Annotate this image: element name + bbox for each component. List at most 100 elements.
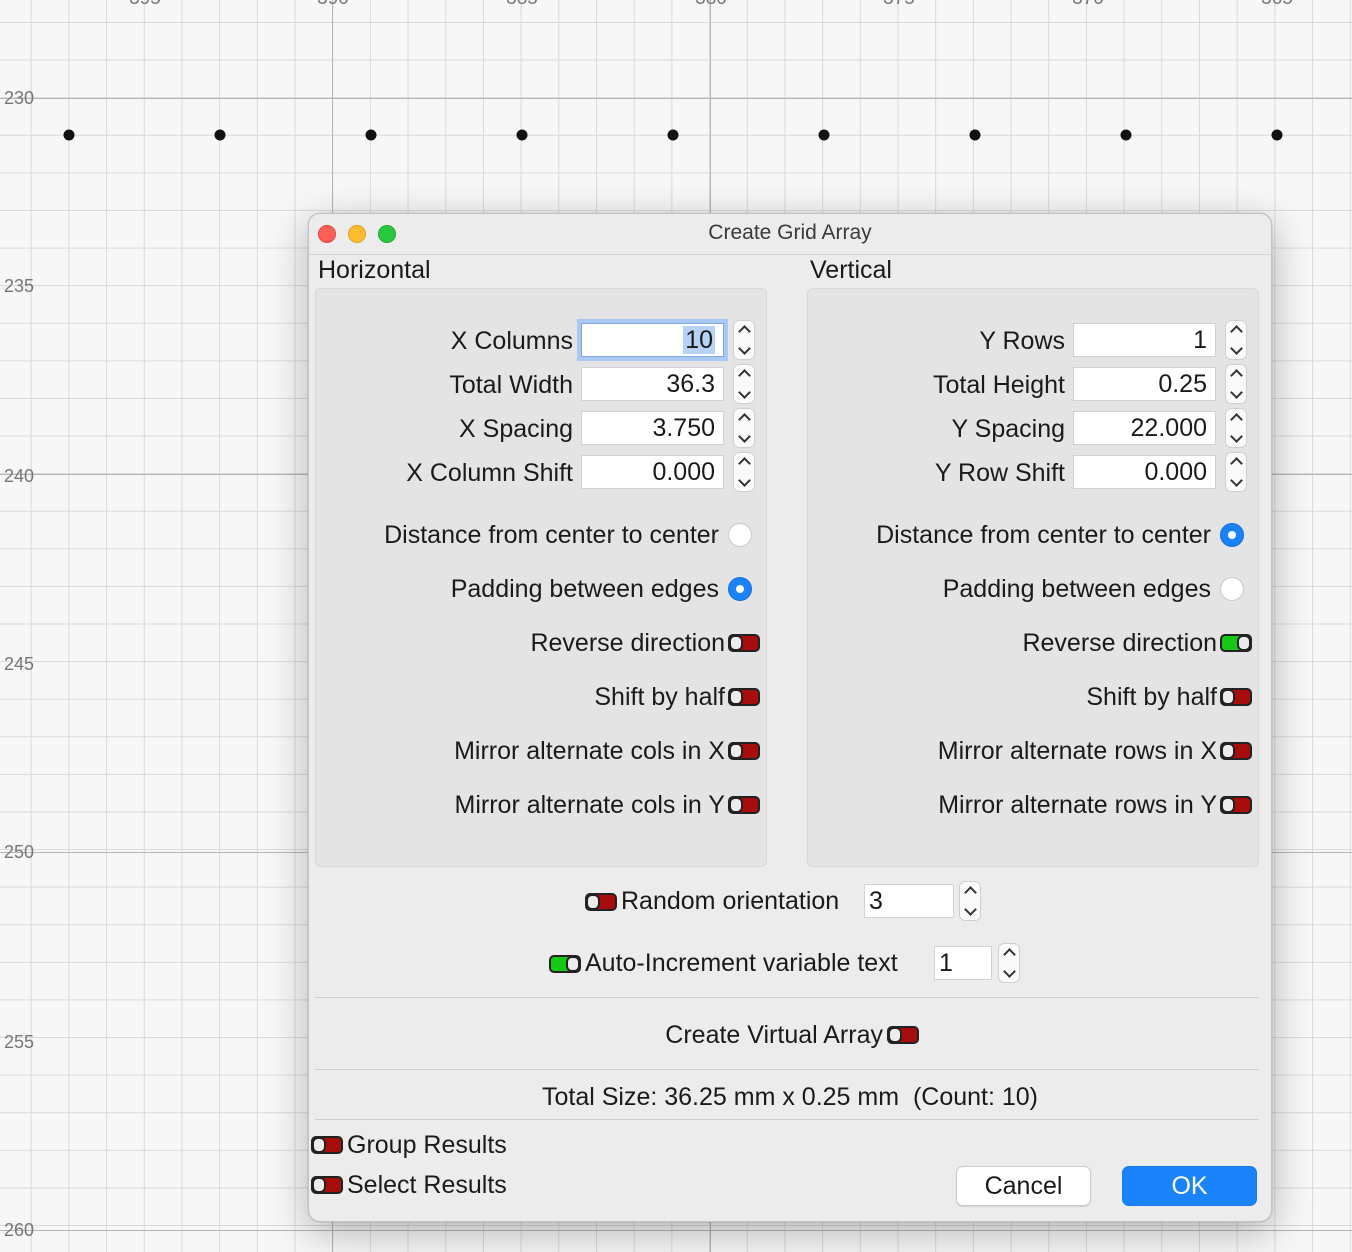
ruler-y-label: 250 (4, 842, 35, 862)
ruler-x-label: 375 (883, 0, 915, 10)
h-center-to-center-label: Distance from center to center (384, 521, 719, 549)
y-row-shift-input[interactable]: 0.000 (1073, 455, 1216, 489)
chevron-up-icon[interactable] (1230, 413, 1243, 426)
total-width-stepper[interactable] (733, 364, 755, 404)
chevron-down-icon[interactable] (1003, 965, 1016, 978)
pad-dot[interactable] (1271, 129, 1283, 141)
total-height-stepper[interactable] (1225, 364, 1247, 404)
title-bar[interactable]: Create Grid Array (309, 214, 1271, 255)
mirror-cols-x-toggle[interactable] (728, 742, 760, 760)
chevron-down-icon[interactable] (1230, 430, 1243, 443)
h-padding-edges-radio[interactable] (728, 577, 752, 601)
v-padding-edges-radio[interactable] (1220, 577, 1244, 601)
y-rows-label: Y Rows (979, 327, 1065, 355)
x-column-shift-label: X Column Shift (406, 459, 573, 487)
chevron-up-icon[interactable] (738, 369, 751, 382)
y-rows-stepper[interactable] (1225, 320, 1247, 360)
pad-dot[interactable] (818, 129, 830, 141)
total-width-label: Total Width (449, 371, 573, 399)
x-spacing-stepper[interactable] (733, 408, 755, 448)
total-width-input[interactable]: 36.3 (581, 367, 724, 401)
v-reverse-direction-toggle[interactable] (1220, 634, 1252, 652)
pad-dot[interactable] (63, 129, 75, 141)
h-reverse-direction-toggle[interactable] (728, 634, 760, 652)
mirror-rows-y-toggle[interactable] (1220, 796, 1252, 814)
auto-increment-label: Auto-Increment variable text (585, 949, 898, 977)
mirror-rows-y-label: Mirror alternate rows in Y (938, 791, 1217, 819)
h-center-to-center-radio[interactable] (728, 523, 752, 547)
chevron-up-icon[interactable] (1003, 948, 1016, 961)
virtual-array-label: Create Virtual Array (665, 1021, 883, 1049)
mirror-rows-x-toggle[interactable] (1220, 742, 1252, 760)
ruler-x-label: 380 (695, 0, 727, 10)
random-orientation-label: Random orientation (621, 887, 840, 915)
v-padding-edges-label: Padding between edges (942, 575, 1211, 603)
ok-button[interactable]: OK (1122, 1166, 1257, 1206)
chevron-down-icon[interactable] (738, 474, 751, 487)
y-row-shift-stepper[interactable] (1225, 452, 1247, 492)
v-center-to-center-label: Distance from center to center (876, 521, 1211, 549)
chevron-up-icon[interactable] (738, 325, 751, 338)
auto-increment-stepper[interactable] (998, 943, 1020, 983)
chevron-down-icon[interactable] (1230, 386, 1243, 399)
ruler-y-label: 245 (4, 654, 35, 674)
dialog-title: Create Grid Array (708, 221, 872, 244)
pad-dot[interactable] (969, 129, 981, 141)
auto-increment-toggle[interactable] (549, 955, 581, 973)
pad-dot[interactable] (365, 129, 377, 141)
ruler-y-label: 230 (4, 88, 35, 108)
group-results-label: Group Results (347, 1131, 507, 1159)
chevron-down-icon[interactable] (738, 430, 751, 443)
y-spacing-input[interactable]: 22.000 (1073, 411, 1216, 445)
random-orientation-toggle[interactable] (585, 893, 617, 911)
h-shift-by-half-toggle[interactable] (728, 688, 760, 706)
x-columns-input[interactable]: 10 (581, 323, 724, 357)
chevron-up-icon[interactable] (1230, 369, 1243, 382)
pad-dot[interactable] (516, 129, 528, 141)
chevron-up-icon[interactable] (738, 413, 751, 426)
v-reverse-direction-label: Reverse direction (1022, 629, 1217, 657)
y-spacing-label: Y Spacing (951, 415, 1065, 443)
auto-increment-input[interactable]: 1 (934, 946, 992, 980)
pad-dot[interactable] (214, 129, 226, 141)
chevron-down-icon[interactable] (738, 386, 751, 399)
virtual-array-toggle[interactable] (887, 1026, 919, 1044)
cancel-button[interactable]: Cancel (956, 1166, 1091, 1206)
select-results-toggle[interactable] (311, 1176, 343, 1194)
chevron-down-icon[interactable] (1230, 342, 1243, 355)
ruler-x-label: 370 (1072, 0, 1104, 10)
total-height-label: Total Height (932, 371, 1065, 399)
ruler-y-label: 240 (4, 466, 35, 486)
select-results-label: Select Results (347, 1171, 507, 1199)
x-spacing-label: X Spacing (459, 415, 573, 443)
ruler-y-label: 235 (4, 276, 35, 296)
pad-dot[interactable] (667, 129, 679, 141)
chevron-down-icon[interactable] (964, 903, 977, 916)
chevron-up-icon[interactable] (1230, 457, 1243, 470)
y-row-shift-label: Y Row Shift (934, 459, 1065, 487)
x-column-shift-stepper[interactable] (733, 452, 755, 492)
pad-dot[interactable] (1120, 129, 1132, 141)
chevron-down-icon[interactable] (1230, 474, 1243, 487)
chevron-up-icon[interactable] (738, 457, 751, 470)
group-results-toggle[interactable] (311, 1136, 343, 1154)
random-orientation-input[interactable]: 3 (864, 884, 954, 918)
y-spacing-stepper[interactable] (1225, 408, 1247, 448)
chevron-up-icon[interactable] (964, 886, 977, 899)
x-column-shift-input[interactable]: 0.000 (581, 455, 724, 489)
x-columns-label: X Columns (450, 327, 573, 355)
mirror-cols-x-label: Mirror alternate cols in X (454, 737, 725, 765)
v-shift-by-half-toggle[interactable] (1220, 688, 1252, 706)
total-height-input[interactable]: 0.25 (1073, 367, 1216, 401)
horizontal-section-title: Horizontal (318, 256, 431, 284)
mirror-cols-y-toggle[interactable] (728, 796, 760, 814)
x-spacing-input[interactable]: 3.750 (581, 411, 724, 445)
random-orientation-stepper[interactable] (959, 881, 981, 921)
y-rows-input[interactable]: 1 (1073, 323, 1216, 357)
v-center-to-center-radio[interactable] (1220, 523, 1244, 547)
chevron-up-icon[interactable] (1230, 325, 1243, 338)
x-columns-stepper[interactable] (733, 320, 755, 360)
h-padding-edges-label: Padding between edges (450, 575, 719, 603)
major-grid-line (0, 98, 1352, 99)
chevron-down-icon[interactable] (738, 342, 751, 355)
